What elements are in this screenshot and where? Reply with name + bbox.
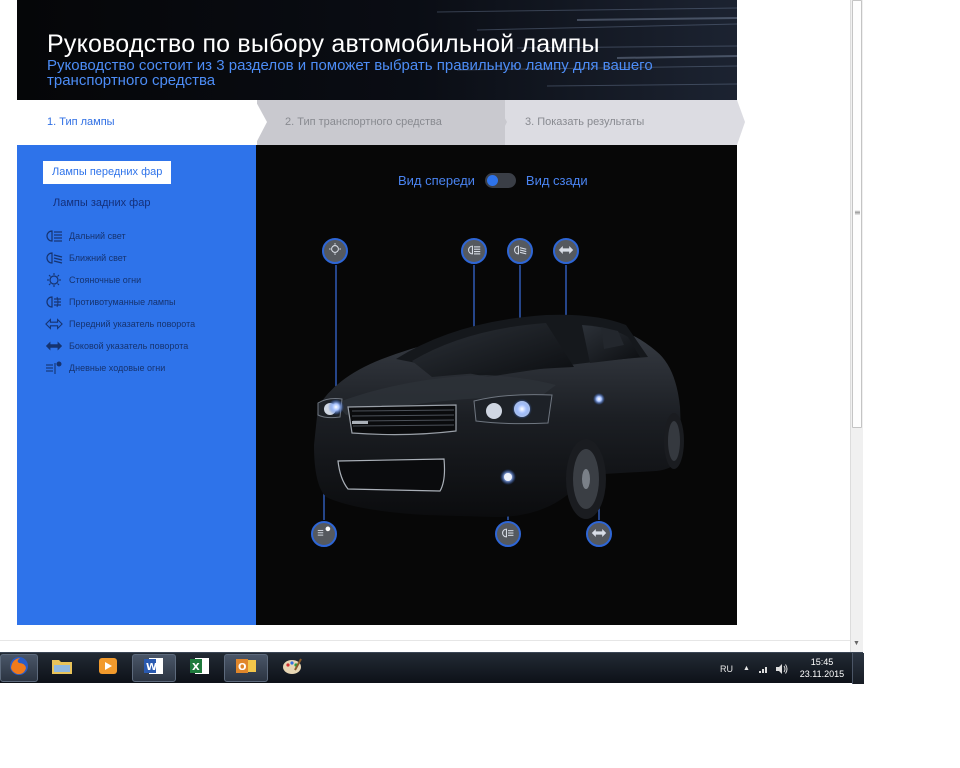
- page-title: Руководство по выбору автомобильной ламп…: [47, 30, 600, 58]
- taskbar-outlook[interactable]: O: [224, 654, 268, 682]
- legend-label: Стояночные огни: [69, 275, 142, 285]
- scroll-down-arrow-icon[interactable]: ▼: [853, 640, 860, 647]
- step-vehicle-type[interactable]: 2. Тип транспортного средства: [255, 100, 505, 145]
- low-beam-icon: [45, 251, 63, 265]
- firefox-icon: [8, 655, 30, 682]
- fog-light-icon: [45, 295, 63, 309]
- legend-item-front-turn-signal[interactable]: Передний указатель поворота: [45, 313, 195, 335]
- legend-label: Боковой указатель поворота: [69, 341, 189, 351]
- clock-time: 15:45: [810, 657, 834, 667]
- legend-label: Ближний свет: [69, 253, 127, 263]
- marker-front-turn-signal[interactable]: [553, 238, 579, 264]
- folder-icon: [51, 657, 73, 680]
- tab-rear-lamps[interactable]: Лампы задних фар: [53, 197, 150, 209]
- step-chevron: [255, 100, 267, 145]
- legend-label: Дневные ходовые огни: [69, 363, 166, 373]
- clock-date: 23.11.2015: [799, 669, 845, 679]
- parking-light-icon: [328, 242, 342, 260]
- vertical-scrollbar[interactable]: ≡ ▼: [850, 0, 863, 652]
- windows-taskbar: W X O RU ▲ 15:45 23.11.2015: [0, 652, 864, 684]
- legend-label: Противотуманные лампы: [69, 297, 176, 307]
- step-chevron: [495, 100, 507, 145]
- legend-item-fog-lights[interactable]: Противотуманные лампы: [45, 291, 195, 313]
- high-beam-icon: [45, 229, 63, 243]
- taskbar-paint[interactable]: [270, 654, 314, 682]
- browser-viewport: Руководство по выбору автомобильной ламп…: [0, 0, 850, 653]
- step-lamp-type[interactable]: 1. Тип лампы: [17, 100, 257, 145]
- taskbar-word[interactable]: W: [132, 654, 176, 682]
- marker-side-turn-signal[interactable]: [586, 521, 612, 547]
- step-show-results[interactable]: 3. Показать результаты: [495, 100, 737, 145]
- guide-header: Руководство по выбору автомобильной ламп…: [17, 0, 737, 100]
- legend-item-side-turn-signal[interactable]: Боковой указатель поворота: [45, 335, 195, 357]
- taskbar-explorer[interactable]: [40, 654, 84, 682]
- marker-low-beam[interactable]: [507, 238, 533, 264]
- page-subtitle: Руководство состоит из 3 разделов и помо…: [47, 57, 653, 89]
- marker-high-beam[interactable]: [461, 238, 487, 264]
- side-turn-signal-icon: [591, 525, 607, 543]
- legend-label: Дальний свет: [69, 231, 126, 241]
- lamp-legend: Дальний свет Ближний свет Стояночные огн…: [45, 225, 195, 379]
- step-label: 1. Тип лампы: [47, 116, 115, 128]
- tray-expand-icon[interactable]: ▲: [743, 653, 750, 684]
- low-beam-icon: [513, 242, 527, 260]
- legend-item-low-beam[interactable]: Ближний свет: [45, 247, 195, 269]
- step-label: 3. Показать результаты: [525, 116, 645, 128]
- scrollbar-grip-icon: ≡: [854, 208, 861, 217]
- marker-daytime-running-lights[interactable]: [311, 521, 337, 547]
- language-indicator[interactable]: RU: [720, 653, 733, 684]
- taskbar-firefox[interactable]: [0, 654, 38, 682]
- daytime-running-light-icon: [317, 525, 331, 543]
- fog-light-icon: [501, 525, 515, 543]
- step-chevron: [737, 100, 745, 145]
- network-icon[interactable]: [759, 653, 769, 684]
- high-beam-icon: [467, 242, 481, 260]
- front-turn-signal-icon: [558, 242, 574, 260]
- media-player-icon: [98, 656, 118, 681]
- car-illustration: [314, 265, 684, 520]
- legend-item-high-beam[interactable]: Дальний свет: [45, 225, 195, 247]
- step-navigation: 3. Показать результаты 2. Тип транспортн…: [17, 100, 745, 145]
- parking-light-icon: [45, 273, 63, 287]
- car-view-panel: Вид спереди Вид сзади: [256, 145, 737, 625]
- volume-icon[interactable]: [776, 653, 788, 684]
- tab-headlamps[interactable]: Лампы передних фар: [43, 161, 172, 184]
- marker-parking-lights[interactable]: [322, 238, 348, 264]
- marker-fog-lights[interactable]: [495, 521, 521, 547]
- paint-icon: [281, 656, 303, 681]
- outlook-icon: O: [235, 656, 257, 681]
- excel-icon: X: [189, 656, 211, 681]
- side-turn-signal-icon: [45, 339, 63, 353]
- legend-item-parking-lights[interactable]: Стояночные огни: [45, 269, 195, 291]
- word-icon: W: [143, 656, 165, 681]
- svg-text:O: O: [238, 662, 247, 673]
- svg-text:X: X: [192, 662, 200, 673]
- taskbar-media-player[interactable]: [86, 654, 130, 682]
- daytime-running-light-icon: [45, 361, 63, 375]
- lamp-category-panel: Лампы передних фар Лампы задних фар Даль…: [17, 145, 256, 625]
- taskbar-excel[interactable]: X: [178, 654, 222, 682]
- taskbar-clock[interactable]: 15:45 23.11.2015: [796, 656, 848, 680]
- svg-text:W: W: [146, 662, 157, 673]
- legend-item-daytime-running-lights[interactable]: Дневные ходовые огни: [45, 357, 195, 379]
- front-turn-signal-icon: [45, 317, 63, 331]
- step-label: 2. Тип транспортного средства: [285, 116, 442, 128]
- show-desktop-button[interactable]: [852, 653, 864, 684]
- legend-label: Передний указатель поворота: [69, 319, 196, 329]
